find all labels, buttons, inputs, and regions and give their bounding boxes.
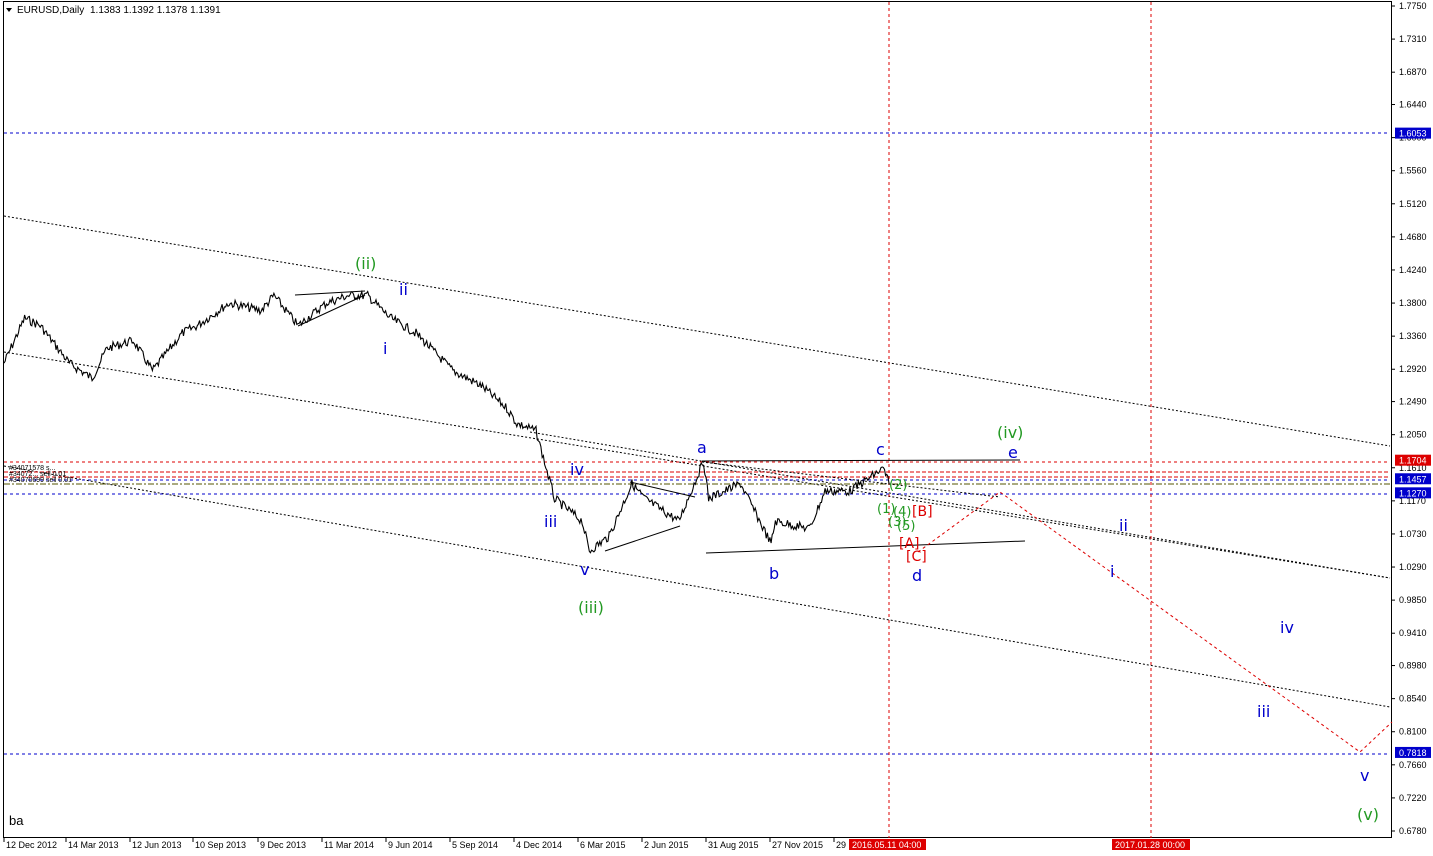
price-badge-label: 1.1704 (1399, 456, 1427, 466)
y-tick-label: 1.6870 (1399, 67, 1427, 77)
y-tick-label: 1.4680 (1399, 232, 1427, 242)
y-tick-label: 0.9410 (1399, 628, 1427, 638)
symbol-label: EURUSD,Daily (17, 5, 84, 16)
y-tick-label: 1.5560 (1399, 166, 1427, 176)
x-tick-label: 9 Dec 2013 (260, 840, 306, 850)
chart-header: EURUSD,Daily 1.1383 1.1392 1.1378 1.1391 (6, 5, 221, 16)
y-tick-label: 0.6780 (1399, 826, 1427, 836)
x-tick-label: 5 Sep 2014 (452, 840, 498, 850)
wave-label-(iv): (iv) (997, 423, 1023, 442)
y-tick-label: 1.6440 (1399, 100, 1427, 110)
x-tick-label: 10 Sep 2013 (195, 840, 246, 850)
x-tick-label: 31 Aug 2015 (708, 840, 759, 850)
x-tick-label: 27 Nov 2015 (772, 840, 823, 850)
wave-label-iii: iii (544, 512, 557, 531)
wave-label-proj-ii: ii (1119, 516, 1128, 535)
x-tick-label: 2 Jun 2015 (644, 840, 689, 850)
projection-path[interactable] (917, 491, 1393, 753)
wave-label-(2): (2) (889, 478, 907, 493)
y-tick-label: 0.7660 (1399, 760, 1427, 770)
y-tick-label: 1.7750 (1399, 1, 1427, 11)
range-top (701, 459, 1021, 462)
x-tick-label: 9 Jun 2014 (388, 840, 433, 850)
wave-label-proj-v: v (1360, 766, 1369, 785)
wave-label-iv: iv (570, 460, 584, 479)
y-tick-label: 0.9850 (1399, 595, 1427, 605)
triangle-top (294, 290, 366, 296)
y-tick-label: 1.7310 (1399, 34, 1427, 44)
flag-bottom (604, 525, 681, 552)
wave-label-proj-iii: iii (1257, 702, 1270, 721)
x-tick-label: 14 Mar 2013 (68, 840, 119, 850)
wave-label-[B]: [B] (912, 504, 933, 520)
price-badge-label: 1.1457 (1399, 474, 1427, 484)
x-tick-label: 11 Mar 2014 (324, 840, 374, 850)
corner-label: ba (9, 813, 24, 828)
wave-label-i: i (383, 339, 387, 358)
date-badges: 2016.05.11 04:00 2017.01.28 00:00 (849, 839, 1190, 850)
x-tick-label: 12 Dec 2012 (6, 840, 57, 850)
wave-label-v: v (580, 560, 589, 579)
date-badge-label: 2017.01.28 00:00 (1115, 840, 1185, 850)
date-badge-label: 2016.05.11 04:00 (852, 840, 921, 850)
x-tick-label: 12 Jun 2013 (132, 840, 182, 850)
y-tick-label: 0.7220 (1399, 793, 1427, 803)
y-tick-label: 1.5120 (1399, 199, 1427, 209)
y-tick-label: 0.8980 (1399, 661, 1427, 671)
x-tick-label: 4 Dec 2014 (516, 840, 562, 850)
price-badge-label: 1.6053 (1399, 129, 1427, 139)
wave-label-(iii): (iii) (578, 598, 604, 617)
wave-labels: (ii) ii i iv iii v (iii) a b c d e (iv) … (355, 254, 1379, 824)
upper-channel-line (3, 215, 1391, 447)
y-tick-label: 1.3360 (1399, 331, 1427, 341)
ohlc-readout: 1.1383 1.1392 1.1378 1.1391 (90, 5, 221, 16)
wave-label-proj-iv: iv (1280, 618, 1294, 637)
price-axis[interactable]: 1.77501.73101.68701.64401.60001.55601.51… (1391, 1, 1427, 836)
y-tick-label: 1.4240 (1399, 265, 1427, 275)
wave-label-c: c (876, 440, 885, 459)
y-tick-label: 1.3800 (1399, 298, 1427, 308)
wave-label-a: a (697, 438, 707, 457)
wave-label-(5): (5) (897, 519, 915, 534)
wave-label-d: d (912, 566, 922, 585)
y-tick-label: 1.0290 (1399, 562, 1427, 572)
wave-label-(ii): (ii) (355, 254, 376, 273)
x-tick-label: 29 (836, 840, 846, 850)
x-tick-label: 6 Mar 2015 (580, 840, 626, 850)
time-axis[interactable]: 12 Dec 2012 14 Mar 2013 12 Jun 2013 10 Sep … (3, 838, 846, 850)
price-badge-label: 1.1270 (1399, 488, 1427, 498)
price-line[interactable] (3, 289, 890, 554)
plot-frame (3, 1, 1392, 838)
mid-channel-line-2 (529, 431, 1391, 579)
y-tick-label: 0.8540 (1399, 694, 1427, 704)
wave-label-b: b (769, 564, 779, 583)
wave-label-ii: ii (399, 280, 408, 299)
vertical-markers[interactable] (888, 2, 1152, 838)
wave-label-proj-(v): (v) (1357, 805, 1379, 824)
wave-label-e: e (1008, 443, 1018, 462)
y-tick-label: 0.8100 (1399, 727, 1427, 737)
order-tag-3: #34070699 sell 0.01 (9, 477, 72, 484)
mid-channel-line-1 (3, 351, 1391, 579)
price-badge-label: 0.7818 (1399, 748, 1427, 758)
wave-label-proj-i: i (1110, 562, 1114, 581)
range-bottom (705, 540, 1026, 554)
wave-label-[C]: [C] (906, 549, 927, 565)
dropdown-triangle-icon[interactable] (6, 8, 12, 12)
y-tick-label: 1.0730 (1399, 529, 1427, 539)
lower-channel-line-1 (3, 465, 1391, 708)
y-tick-label: 1.2490 (1399, 397, 1427, 407)
order-tags: #34071578 s... #34072... sell 0.01 #3407… (9, 465, 72, 484)
price-chart[interactable]: EURUSD,Daily 1.1383 1.1392 1.1378 1.1391 (0, 0, 1433, 856)
y-tick-label: 1.2050 (1399, 430, 1427, 440)
y-tick-label: 1.2920 (1399, 364, 1427, 374)
